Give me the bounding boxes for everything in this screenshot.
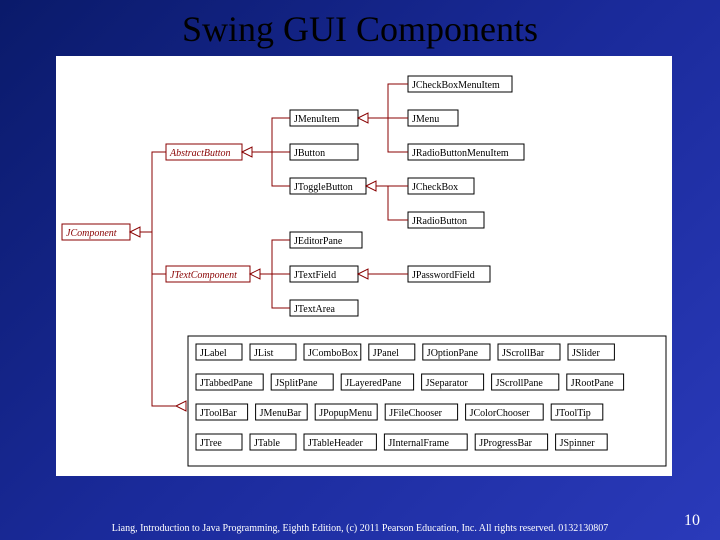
svg-text:JPopupMenu: JPopupMenu	[319, 408, 372, 419]
node-jbutton: JButton	[290, 144, 358, 160]
node-jpasswordfield: JPasswordField	[408, 266, 490, 282]
svg-text:JSlider: JSlider	[572, 348, 600, 359]
svg-text:JPanel: JPanel	[373, 348, 399, 359]
node-jmenu: JMenu	[408, 110, 458, 126]
node-jspinner: JSpinner	[556, 434, 608, 450]
node-jprogressbar: JProgressBar	[475, 434, 547, 450]
node-jlist: JList	[250, 344, 296, 360]
footer-text: Liang, Introduction to Java Programming,…	[0, 523, 720, 534]
node-jscrollpane: JScrollPane	[492, 374, 559, 390]
svg-text:JToolBar: JToolBar	[200, 408, 237, 419]
svg-text:JComponent: JComponent	[66, 228, 117, 239]
node-jrootpane: JRootPane	[567, 374, 624, 390]
svg-text:JTableHeader: JTableHeader	[308, 438, 363, 449]
svg-text:JSplitPane: JSplitPane	[275, 378, 318, 389]
node-jtextcomponent: JTextComponent	[166, 266, 250, 282]
label-jradiobutton: JRadioButton	[412, 216, 467, 227]
node-jradiobutton: JRadioButton	[408, 212, 484, 228]
svg-text:JProgressBar: JProgressBar	[479, 438, 532, 449]
svg-text:JColorChooser: JColorChooser	[470, 408, 531, 419]
slide: Swing GUI Components JComponent Abstract…	[0, 0, 720, 540]
node-jpopupmenu: JPopupMenu	[315, 404, 377, 420]
node-jlayeredpane: JLayeredPane	[341, 374, 413, 390]
label-jtogglebutton: JToggleButton	[294, 182, 353, 193]
node-jtogglebutton: JToggleButton	[290, 178, 366, 194]
node-jmenubar: JMenuBar	[256, 404, 308, 420]
svg-text:JTable: JTable	[254, 438, 281, 449]
node-abstractbutton: AbstractButton	[166, 144, 242, 160]
node-jtextarea: JTextArea	[290, 300, 358, 316]
node-jcolorchooser: JColorChooser	[466, 404, 544, 420]
label-jbutton: JButton	[294, 148, 325, 159]
node-jradiobuttonmenuitem: JRadioButtonMenuItem	[408, 144, 524, 160]
svg-text:JSpinner: JSpinner	[560, 438, 596, 449]
node-jcheckbox: JCheckBox	[408, 178, 474, 194]
label-jpasswordfield: JPasswordField	[412, 270, 475, 281]
label-jmenuitem: JMenuItem	[294, 114, 340, 125]
label-jmenu: JMenu	[412, 114, 439, 125]
page-number: 10	[684, 512, 700, 530]
svg-text:JList: JList	[254, 348, 274, 359]
node-jmenuitem: JMenuItem	[290, 110, 358, 126]
node-jsplitpane: JSplitPane	[271, 374, 333, 390]
node-jtextfield: JTextField	[290, 266, 358, 282]
svg-text:JLayeredPane: JLayeredPane	[345, 378, 402, 389]
svg-text:AbstractButton: AbstractButton	[169, 148, 231, 159]
svg-text:JScrollPane: JScrollPane	[496, 378, 544, 389]
node-jtree: JTree	[196, 434, 242, 450]
label-jcheckboxmenuitem: JCheckBoxMenuItem	[412, 80, 500, 91]
node-jfilechooser: JFileChooser	[385, 404, 457, 420]
node-jtoolbar: JToolBar	[196, 404, 248, 420]
node-jcheckboxmenuitem: JCheckBoxMenuItem	[408, 76, 512, 92]
page-title: Swing GUI Components	[0, 8, 720, 50]
node-jtabbedpane: JTabbedPane	[196, 374, 263, 390]
svg-text:JTree: JTree	[200, 438, 222, 449]
label-jtextfield: JTextField	[294, 270, 336, 281]
svg-text:JMenuBar: JMenuBar	[260, 408, 302, 419]
label-jcheckbox: JCheckBox	[412, 182, 458, 193]
label-jradiobuttonmenuitem: JRadioButtonMenuItem	[412, 148, 509, 159]
node-jinternalframe: JInternalFrame	[384, 434, 467, 450]
node-jtable: JTable	[250, 434, 296, 450]
node-jcomponent: JComponent	[62, 224, 130, 240]
svg-text:JFileChooser: JFileChooser	[389, 408, 442, 419]
node-jeditorpane: JEditorPane	[290, 232, 362, 248]
svg-text:JTabbedPane: JTabbedPane	[200, 378, 253, 389]
node-jcombobox: JComboBox	[304, 344, 361, 360]
svg-text:JTextComponent: JTextComponent	[170, 270, 237, 281]
svg-text:JInternalFrame: JInternalFrame	[388, 438, 449, 449]
svg-text:JScrollBar: JScrollBar	[502, 348, 545, 359]
node-jscrollbar: JScrollBar	[498, 344, 560, 360]
label-jeditorpane: JEditorPane	[294, 236, 343, 247]
svg-text:JComboBox: JComboBox	[308, 348, 358, 359]
node-jtableheader: JTableHeader	[304, 434, 376, 450]
svg-text:JLabel: JLabel	[200, 348, 227, 359]
node-jtooltip: JToolTip	[551, 404, 603, 420]
node-jlabel: JLabel	[196, 344, 242, 360]
svg-text:JToolTip: JToolTip	[555, 408, 591, 419]
node-jseparator: JSeparator	[422, 374, 484, 390]
svg-text:JRootPane: JRootPane	[571, 378, 614, 389]
node-jslider: JSlider	[568, 344, 614, 360]
node-joptionpane: JOptionPane	[423, 344, 490, 360]
label-jtextarea: JTextArea	[294, 304, 336, 315]
class-diagram: JComponent AbstractButton JTextComponent…	[56, 56, 672, 476]
node-jpanel: JPanel	[369, 344, 415, 360]
svg-text:JSeparator: JSeparator	[426, 378, 469, 389]
svg-text:JOptionPane: JOptionPane	[427, 348, 479, 359]
